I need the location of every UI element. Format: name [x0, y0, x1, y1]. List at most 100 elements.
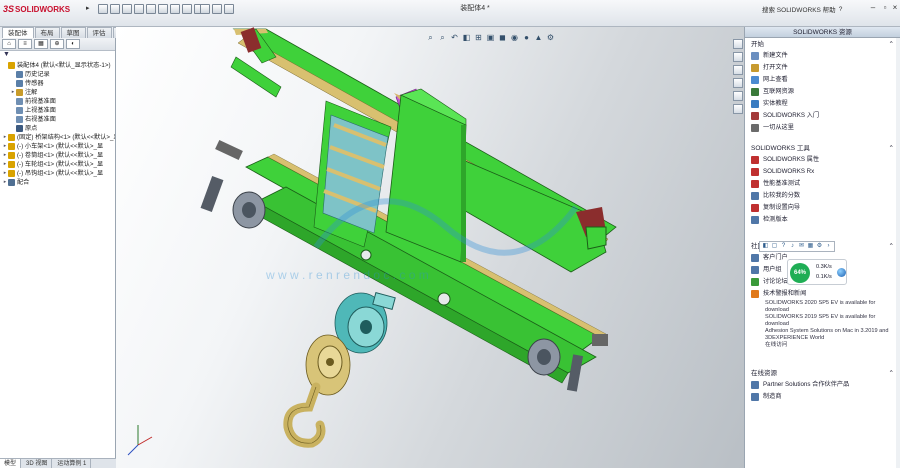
dimxpert-tab[interactable]: ⊕: [50, 39, 64, 49]
undo-icon[interactable]: [158, 4, 168, 14]
collapse-icon[interactable]: ⌃: [889, 369, 894, 379]
task-pane-link[interactable]: 新建文件: [751, 50, 894, 62]
home-icon[interactable]: [98, 4, 108, 14]
feature-tree-item[interactable]: ▸ (-) 小车架<1> (默认<<默认>_显: [0, 142, 115, 151]
design-library-tab-icon[interactable]: [733, 52, 743, 62]
graphics-area[interactable]: ⌕ ⌕ ↶ ◧ ⊞ ▣ ◼ ◉ ● ▲ ⚙ w w w . r e n r e …: [116, 27, 744, 468]
select-icon[interactable]: [170, 4, 180, 14]
feature-tree-item[interactable]: ▸ (-) 卷筒组<1> (默认<<默认>_显: [0, 151, 115, 160]
display-manager-tab[interactable]: ◐: [66, 39, 80, 49]
feature-tree-item[interactable]: ▸ (固定) 桥架结构<1> (默认<<默认>_显: [0, 133, 115, 142]
minimize-icon[interactable]: –: [868, 3, 878, 13]
collapse-icon[interactable]: ⌃: [889, 242, 894, 252]
task-pane-link[interactable]: 复制设置向导: [751, 202, 894, 214]
command-tab[interactable]: 评估: [86, 27, 112, 38]
task-pane-scrollbar[interactable]: [896, 38, 900, 468]
section-title[interactable]: SOLIDWORKS 工具 ⌃: [751, 144, 894, 154]
section-title[interactable]: 在线资源 ⌃: [751, 369, 894, 379]
section-title-text: SOLIDWORKS 工具: [751, 145, 810, 152]
view-palette-tab-icon[interactable]: [733, 78, 743, 88]
open-file-icon[interactable]: [122, 4, 132, 14]
rebuild-icon[interactable]: [182, 4, 192, 14]
task-pane-link[interactable]: 性能基准测试: [751, 178, 894, 190]
menu-expand-icon[interactable]: ▸: [86, 4, 94, 12]
network-monitor-widget[interactable]: 64% 0.3K/s 0.1K/s: [787, 259, 847, 285]
new-file-icon[interactable]: [110, 4, 120, 14]
task-pane-link[interactable]: SOLIDWORKS Rx: [751, 166, 894, 178]
section-title[interactable]: 开始 ⌃: [751, 40, 894, 50]
command-tab[interactable]: 装配体: [2, 27, 34, 38]
link-icon: [751, 180, 759, 188]
settings-icon[interactable]: ⚙: [816, 243, 823, 250]
help-circle-icon[interactable]: ?: [780, 243, 787, 250]
news-link[interactable]: 3DEXPERIENCE World: [751, 335, 894, 342]
news-link[interactable]: Adhesion System Solutions on Mac in 3.20…: [751, 328, 894, 335]
feature-tree-item[interactable]: 上视基准面: [0, 106, 115, 115]
collapse-icon[interactable]: ⌃: [889, 40, 894, 50]
usage-percent: 64%: [790, 263, 810, 283]
chevron-icon[interactable]: ›: [825, 243, 832, 250]
task-pane-link[interactable]: 技术警报和新闻: [751, 288, 894, 300]
appearances-tab-icon[interactable]: [733, 91, 743, 101]
feature-tree-item[interactable]: 历史记录: [0, 70, 115, 79]
feature-tree-item[interactable]: 传感器: [0, 79, 115, 88]
accelerator-ball-icon[interactable]: [837, 268, 846, 277]
model-view-tab[interactable]: 运动算例 1: [53, 459, 92, 468]
section-title-text: 在线资源: [751, 370, 777, 377]
command-tab[interactable]: 草图: [60, 27, 86, 38]
file-explorer-tab-icon[interactable]: [733, 65, 743, 75]
feature-tree-item[interactable]: ▸ 配合: [0, 178, 115, 187]
restore-icon[interactable]: ▫: [880, 3, 890, 13]
save-icon[interactable]: [134, 4, 144, 14]
configuration-manager-tab[interactable]: ▦: [34, 39, 48, 49]
news-more-link[interactable]: 在线访问: [751, 342, 894, 349]
custom-properties-tab-icon[interactable]: [733, 104, 743, 114]
crane-trolley-model[interactable]: w w w . r e n r e n d o c . c o m: [116, 27, 744, 468]
news-link[interactable]: SOLIDWORKS 2019 SP5 EV is available for …: [751, 314, 894, 328]
task-pane-link[interactable]: 检测版本: [751, 214, 894, 226]
model-view-tab[interactable]: 3D 视图: [22, 459, 53, 468]
feature-tree-item[interactable]: ▸ (-) 吊钩组<1> (默认<<默认>_显: [0, 169, 115, 178]
task-pane-link[interactable]: 互联网资源: [751, 86, 894, 98]
model-view-tab[interactable]: 模型: [0, 459, 22, 468]
section-view-icon[interactable]: [212, 4, 222, 14]
task-pane-link[interactable]: 比较我的分数: [751, 190, 894, 202]
task-pane-link[interactable]: Partner Solutions 合作伙伴产品: [751, 379, 894, 391]
link-icon: [751, 100, 759, 108]
feature-label: 配合: [17, 179, 30, 186]
feature-tree-item[interactable]: ▸ 注解: [0, 88, 115, 97]
task-pane-link[interactable]: 一切从这里: [751, 122, 894, 134]
news-link[interactable]: SOLIDWORKS 2020 SP5 EV is available for …: [751, 300, 894, 314]
display-style-icon[interactable]: [200, 4, 210, 14]
mail-icon[interactable]: ✉: [798, 243, 805, 250]
task-pane-link[interactable]: SOLIDWORKS 属性: [751, 154, 894, 166]
solidworks-logo[interactable]: 3S SOLIDWORKS: [3, 3, 83, 15]
funnel-icon[interactable]: ▼: [0, 51, 115, 61]
feature-tree-item[interactable]: 右视基准面: [0, 115, 115, 124]
grid-icon[interactable]: ▦: [807, 243, 814, 250]
link-icon: [751, 192, 759, 200]
view-orientation-icon[interactable]: [224, 4, 234, 14]
resources-tab-icon[interactable]: [733, 39, 743, 49]
link-label: 制造商: [763, 393, 782, 400]
task-pane-link[interactable]: 打开文件: [751, 62, 894, 74]
close-icon[interactable]: ×: [890, 3, 900, 13]
property-manager-tab[interactable]: ≡: [18, 39, 32, 49]
task-pane-link[interactable]: SOLIDWORKS 入门: [751, 110, 894, 122]
feature-type-icon: [8, 170, 15, 177]
task-pane-link[interactable]: 制造商: [751, 391, 894, 403]
pin-icon[interactable]: ◧: [762, 243, 769, 250]
feature-tree-tab[interactable]: ⌂: [2, 39, 16, 49]
task-pane-link[interactable]: 网上查看: [751, 74, 894, 86]
task-pane-link[interactable]: 实体教程: [751, 98, 894, 110]
feature-tree-item[interactable]: 原点: [0, 124, 115, 133]
feature-tree-item[interactable]: 前视基准面: [0, 97, 115, 106]
feature-tree-item[interactable]: 装配体4 (默认<默认_显示状态-1>): [0, 61, 115, 70]
chat-icon[interactable]: ▢: [771, 243, 778, 250]
collapse-icon[interactable]: ⌃: [889, 144, 894, 154]
help-icon[interactable]: ?: [839, 6, 843, 13]
mic-icon[interactable]: ♪: [789, 243, 796, 250]
command-tab[interactable]: 布局: [34, 27, 60, 38]
feature-tree-item[interactable]: ▸ (-) 车轮组<1> (默认<<默认>_显: [0, 160, 115, 169]
print-icon[interactable]: [146, 4, 156, 14]
